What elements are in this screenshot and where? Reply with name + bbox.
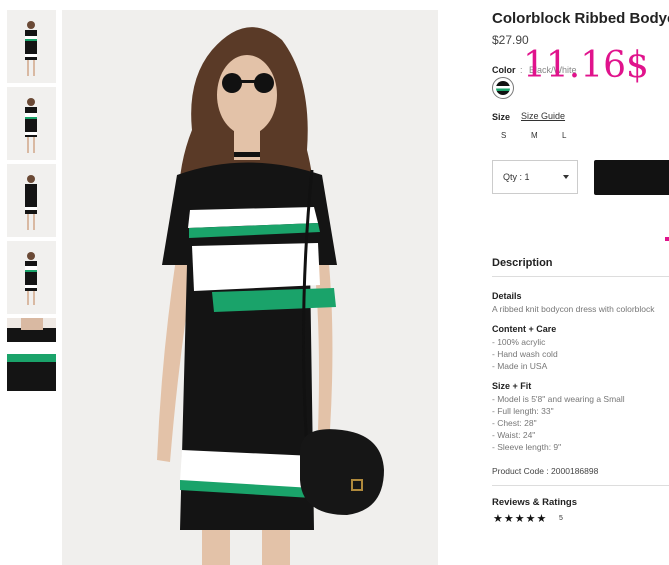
main-product-image (62, 10, 438, 565)
fit-item: - Model is 5'8" and wearing a Small (492, 394, 625, 404)
description-divider (492, 276, 669, 277)
color-label: Color (492, 65, 516, 75)
thumbnail-3[interactable] (7, 164, 56, 237)
chevron-down-icon (563, 175, 569, 179)
thumbnail-4[interactable] (7, 241, 56, 314)
fit-item: - Sleeve length: 9" (492, 442, 562, 452)
details-heading: Details (492, 291, 522, 301)
thumbnail-2-image (25, 98, 37, 153)
quantity-select[interactable]: Qty : 1 (492, 160, 578, 194)
size-fit-heading: Size + Fit (492, 381, 532, 391)
overlay-price-annotation: 11.16$ (523, 45, 649, 86)
fit-item: - Full length: 33" (492, 406, 554, 416)
content-care-heading: Content + Care (492, 324, 557, 334)
reviews-heading[interactable]: Reviews & Ratings (492, 497, 577, 508)
description-heading[interactable]: Description (492, 257, 553, 269)
content-item: - 100% acrylic (492, 337, 546, 347)
add-to-bag-button[interactable] (594, 160, 669, 195)
thumbnail-2[interactable] (7, 87, 56, 160)
model-illustration (157, 27, 384, 565)
thumbnail-5[interactable] (7, 318, 56, 391)
product-title: Colorblock Ribbed Bodycon (492, 10, 669, 27)
thumbnail-4-image (25, 252, 37, 305)
thumbnail-1[interactable] (7, 10, 56, 83)
size-label: Size (492, 112, 511, 122)
details-text: A ribbed knit bodycon dress with colorbl… (492, 304, 655, 314)
product-code: Product Code : 2000186898 (492, 466, 599, 476)
red-marker (665, 237, 669, 241)
size-option-m[interactable]: M (531, 131, 538, 140)
reviews-divider (492, 485, 669, 486)
size-option-s[interactable]: S (501, 131, 506, 140)
content-item: - Hand wash cold (492, 349, 558, 359)
color-swatch-black-white[interactable] (492, 77, 514, 99)
content-item: - Made in USA (492, 361, 548, 371)
fit-item: - Waist: 24" (492, 430, 536, 440)
size-option-l[interactable]: L (562, 131, 566, 140)
fit-item: - Chest: 28" (492, 418, 537, 428)
thumbnail-3-image (25, 175, 37, 230)
thumbnail-5-image (7, 318, 56, 391)
size-guide-link[interactable]: Size Guide (521, 111, 565, 121)
star-rating-icon: ★★★★★ (493, 513, 548, 525)
quantity-value: Qty : 1 (503, 172, 530, 182)
thumbnail-1-image (25, 21, 37, 76)
review-count: 5 (559, 515, 563, 522)
